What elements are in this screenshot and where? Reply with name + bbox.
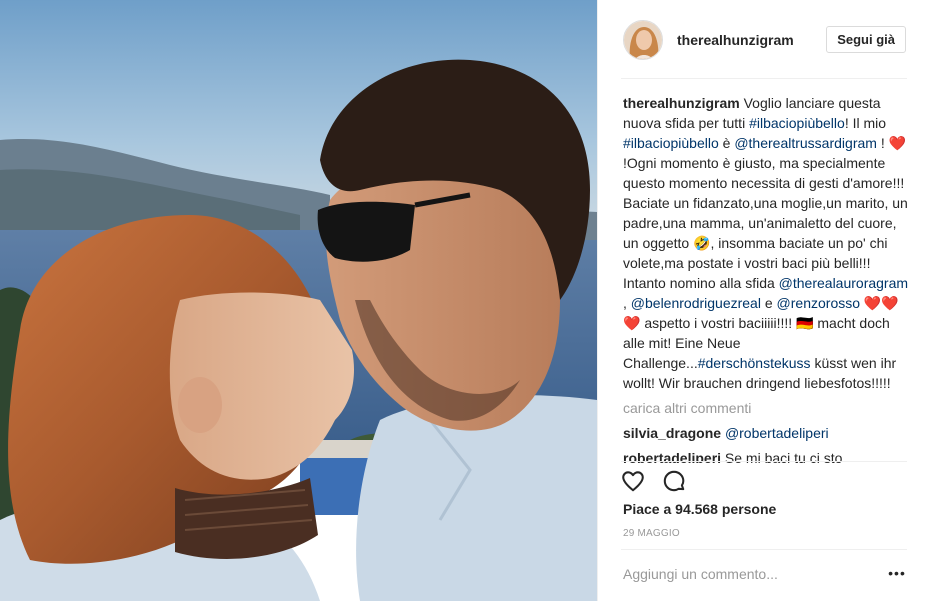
more-options-button[interactable]: •••	[887, 565, 907, 581]
hashtag-link[interactable]: #ilbaciopiùbello	[749, 115, 845, 131]
caption-text: ! Il mio	[844, 115, 887, 131]
caption-text: e	[760, 295, 777, 311]
comments-list[interactable]: therealhunzigram Voglio lanciare questa …	[623, 93, 911, 463]
actions-divider	[621, 461, 907, 462]
mention-link[interactable]: @therealauroragram	[779, 275, 908, 291]
heart-icon[interactable]	[620, 468, 646, 494]
germany-flag-emoji: 🇩🇪	[796, 315, 814, 331]
load-more-comments-link[interactable]: carica altri commenti	[623, 398, 911, 418]
mention-link[interactable]: @robertadeliperi	[725, 425, 829, 441]
post-photo[interactable]	[0, 0, 597, 601]
comment-item: silvia_dragone @robertadeliperi	[623, 423, 911, 443]
post-date[interactable]: 29 MAGGIO	[623, 528, 680, 539]
add-comment-input[interactable]	[623, 563, 873, 585]
likes-count[interactable]: Piace a 94.568 persone	[623, 501, 776, 517]
avatar[interactable]	[623, 19, 663, 60]
hashtag-link[interactable]: #derschönstekuss	[698, 355, 811, 371]
caption-text: è	[718, 135, 735, 151]
heart-emoji: ❤️	[888, 135, 907, 151]
comment-icon[interactable]	[661, 468, 687, 494]
caption-text: ,	[623, 295, 631, 311]
post-header: therealhunzigram Segui già	[623, 17, 908, 62]
photo-image	[0, 0, 597, 601]
post-actions	[620, 468, 687, 494]
add-comment-divider	[621, 549, 907, 550]
caption: therealhunzigram Voglio lanciare questa …	[623, 93, 911, 393]
comment-username[interactable]: silvia_dragone	[623, 425, 721, 441]
header-divider	[621, 78, 907, 79]
mention-link[interactable]: @therealtrussardigram	[734, 135, 877, 151]
hashtag-link[interactable]: #ilbaciopiùbello	[623, 135, 719, 151]
mention-link[interactable]: @renzorosso	[777, 295, 860, 311]
laughing-emoji: 🤣	[693, 235, 711, 251]
mention-link[interactable]: @belenrodriguezreal	[631, 295, 761, 311]
following-button[interactable]: Segui già	[826, 26, 906, 53]
post-sidebar: therealhunzigram Segui già therealhunzig…	[597, 0, 929, 601]
header-username[interactable]: therealhunzigram	[677, 32, 794, 48]
caption-username[interactable]: therealhunzigram	[623, 95, 740, 111]
caption-text: aspetto i vostri baciiiii!!!!	[640, 315, 797, 331]
caption-text: !	[876, 135, 889, 151]
avatar-image	[624, 20, 662, 59]
